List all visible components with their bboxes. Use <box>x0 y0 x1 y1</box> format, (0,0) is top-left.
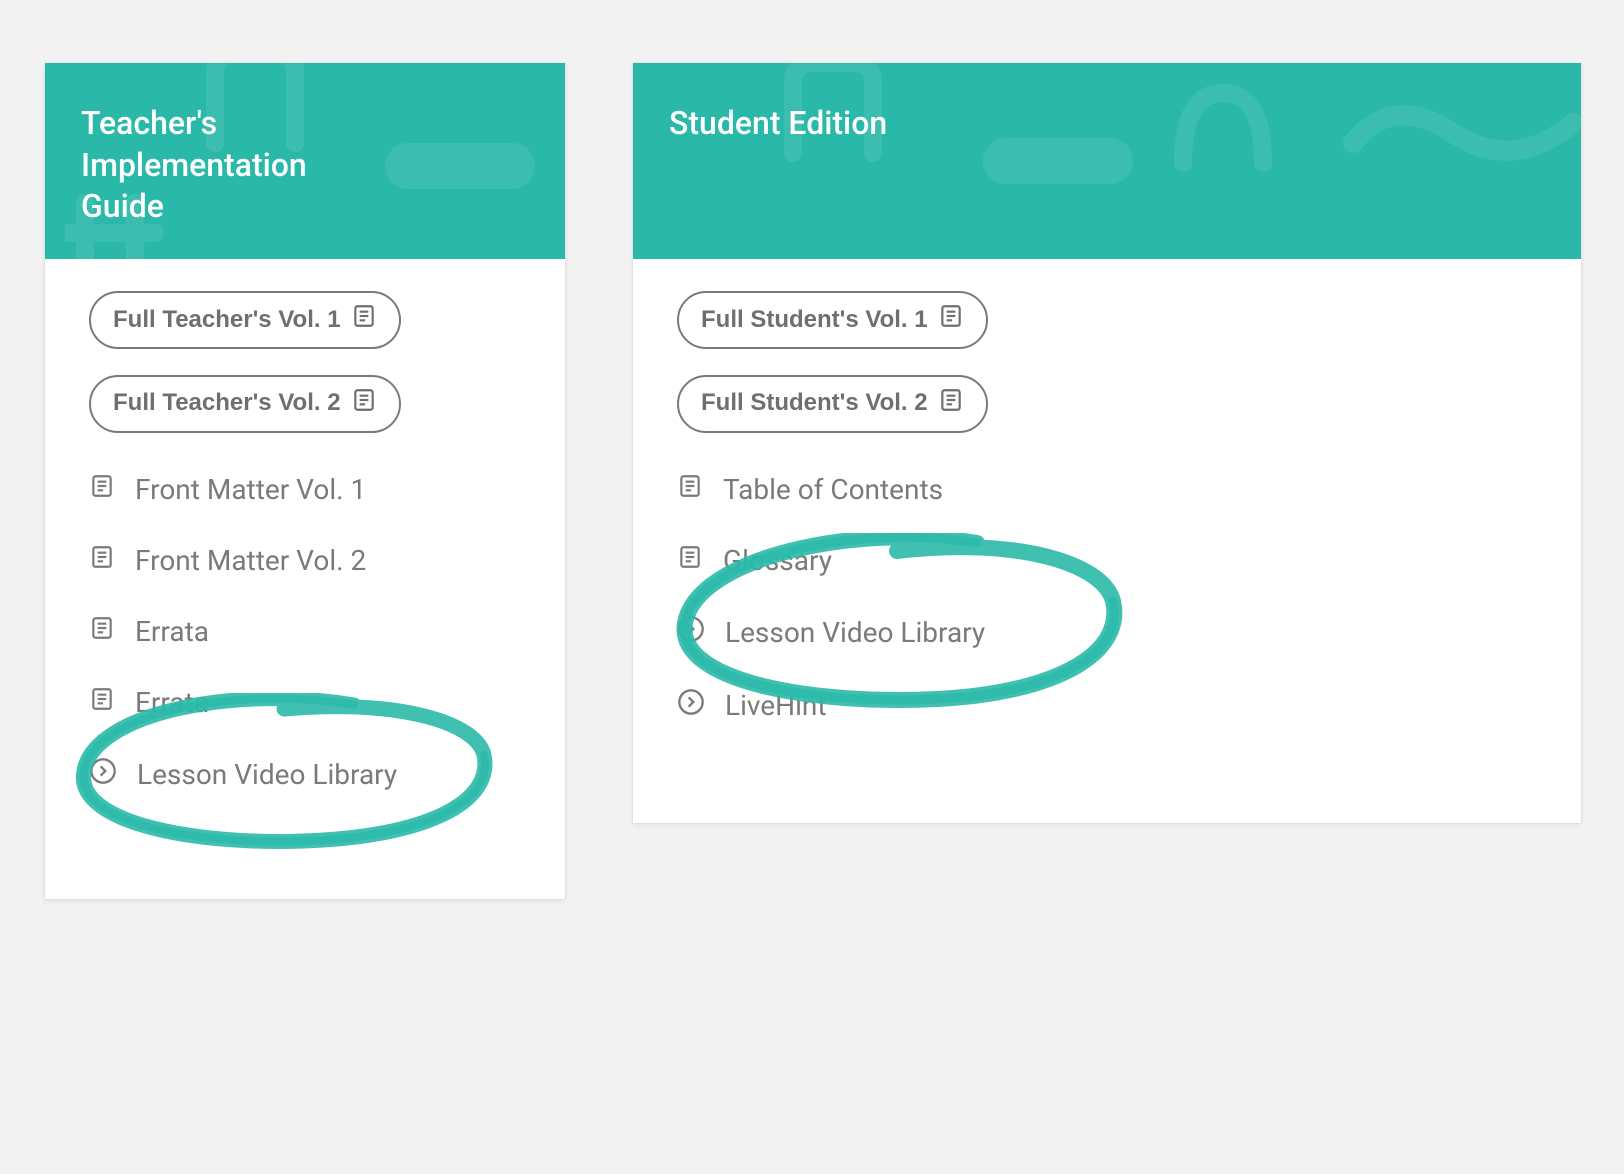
list-item-label: LiveHint™ <box>725 689 844 722</box>
list-item[interactable]: Errata <box>89 615 521 648</box>
livehint-item[interactable]: LiveHint™ <box>677 688 1537 723</box>
document-icon <box>677 544 703 577</box>
list-item-label: Table of Contents <box>723 473 943 506</box>
list-item-label: Lesson Video Library <box>137 758 397 791</box>
list-item-label: Errata <box>135 686 209 719</box>
chevron-circle-icon <box>677 615 705 650</box>
teacher-list: Front Matter Vol. 1 Front Matter Vol. 2 … <box>89 473 521 792</box>
list-item[interactable]: Errata <box>89 686 521 719</box>
list-item-label: Lesson Video Library <box>725 616 985 649</box>
document-icon <box>89 615 115 648</box>
chevron-circle-icon <box>677 688 705 723</box>
student-edition-title: Student Edition <box>669 103 929 145</box>
student-list: Table of Contents Glossary Lesson Video … <box>677 473 1537 723</box>
button-label: Full Student's Vol. 2 <box>701 389 928 418</box>
document-icon <box>89 473 115 506</box>
student-edition-body: Full Student's Vol. 1 Full Student's Vol… <box>633 259 1581 755</box>
list-item-label: Glossary <box>723 544 832 577</box>
teacher-guide-header: Teacher's Implementation Guide <box>45 63 565 259</box>
student-edition-card: Student Edition Full Student's Vol. 1 Fu… <box>633 63 1581 823</box>
document-icon <box>938 387 964 421</box>
button-label: Full Student's Vol. 1 <box>701 306 928 335</box>
student-edition-header: Student Edition <box>633 63 1581 259</box>
teacher-guide-title: Teacher's Implementation Guide <box>81 103 341 228</box>
button-label: Full Teacher's Vol. 2 <box>113 389 341 418</box>
list-item[interactable]: Front Matter Vol. 1 <box>89 473 521 506</box>
teacher-guide-body: Full Teacher's Vol. 1 Full Teacher's Vol… <box>45 259 565 824</box>
list-item[interactable]: Glossary <box>677 544 1537 577</box>
document-icon <box>89 544 115 577</box>
list-item[interactable]: Front Matter Vol. 2 <box>89 544 521 577</box>
button-label: Full Teacher's Vol. 1 <box>113 306 341 335</box>
full-student-vol2-button[interactable]: Full Student's Vol. 2 <box>677 375 988 433</box>
document-icon <box>351 303 377 337</box>
full-student-vol1-button[interactable]: Full Student's Vol. 1 <box>677 291 988 349</box>
document-icon <box>938 303 964 337</box>
list-item-label: Front Matter Vol. 1 <box>135 473 366 506</box>
list-item-label: Front Matter Vol. 2 <box>135 544 366 577</box>
lesson-video-library-item[interactable]: Lesson Video Library <box>89 757 521 792</box>
lesson-video-library-item[interactable]: Lesson Video Library <box>677 615 1537 650</box>
teacher-guide-card: Teacher's Implementation Guide Full Teac… <box>45 63 565 899</box>
list-item-label: Errata <box>135 615 209 648</box>
list-item[interactable]: Table of Contents <box>677 473 1537 506</box>
full-teacher-vol2-button[interactable]: Full Teacher's Vol. 2 <box>89 375 401 433</box>
document-icon <box>351 387 377 421</box>
document-icon <box>89 686 115 719</box>
chevron-circle-icon <box>89 757 117 792</box>
document-icon <box>677 473 703 506</box>
full-teacher-vol1-button[interactable]: Full Teacher's Vol. 1 <box>89 291 401 349</box>
